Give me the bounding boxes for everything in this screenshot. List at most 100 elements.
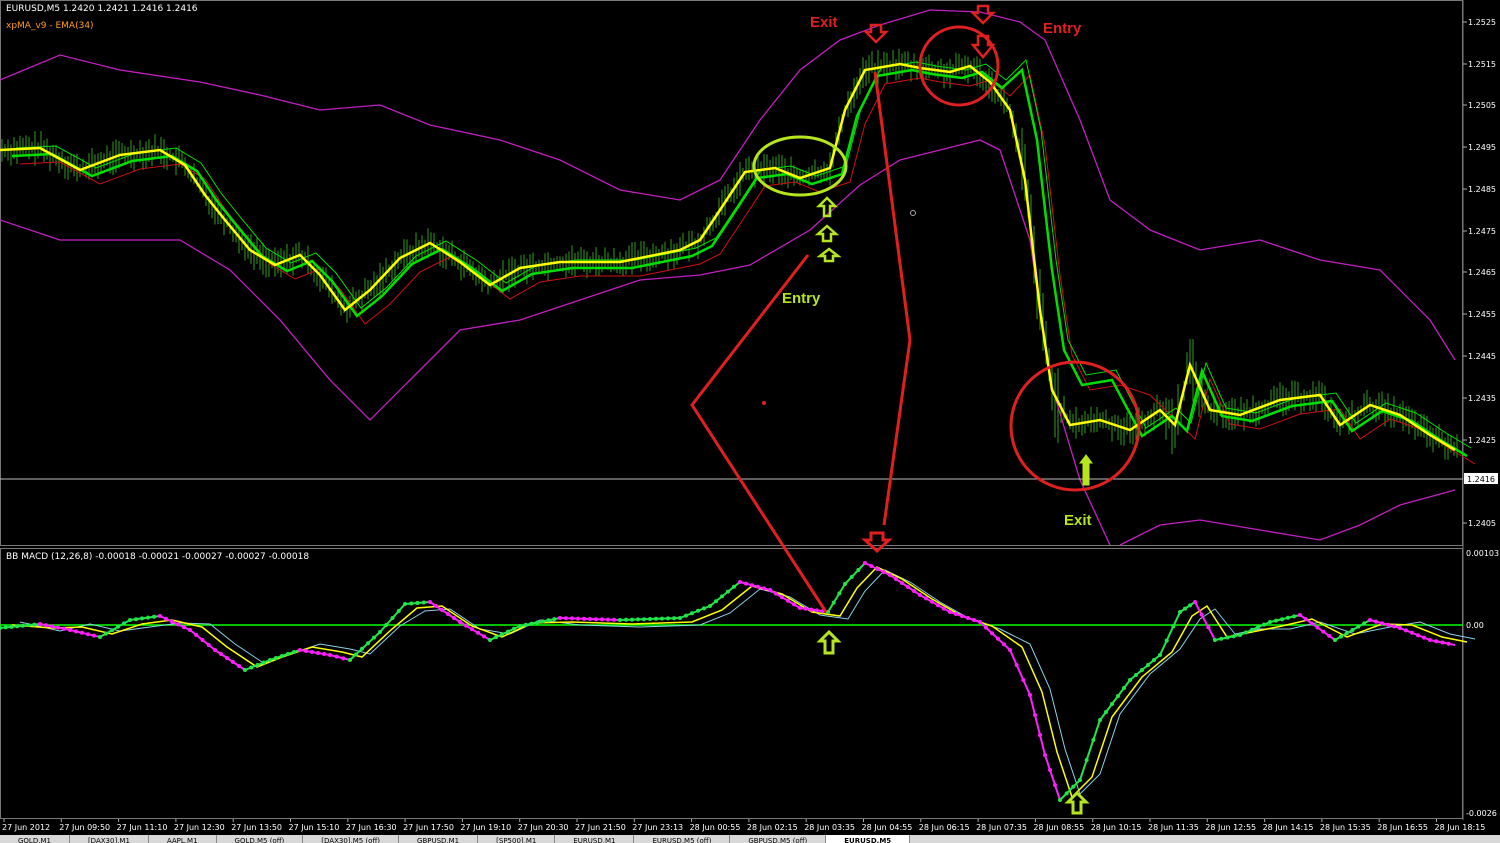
- macd-dot: [606, 617, 610, 622]
- macd-dot: [756, 584, 760, 589]
- chart-tab[interactable]: EURUSD,M5 (off): [634, 835, 731, 843]
- macd-dot: [1315, 625, 1320, 630]
- macd-dot: [529, 621, 534, 626]
- macd-dot: [80, 630, 84, 635]
- macd-dot: [415, 601, 420, 605]
- macd-title: BB MACD (12,26,8) -0.00018 -0.00021 -0.0…: [6, 552, 309, 562]
- macd-dot: [134, 617, 138, 622]
- macd-dot: [702, 606, 706, 611]
- macd-dot: [942, 606, 946, 611]
- macd-tick-label: 0.00: [1466, 621, 1484, 630]
- macd-dot: [188, 628, 192, 632]
- price-tick-label: 1.2485: [1468, 185, 1496, 194]
- macd-dot: [798, 606, 802, 610]
- macd-dot: [1033, 713, 1037, 717]
- macd-dot: [348, 658, 352, 662]
- chart-tab[interactable]: EURUSD,M5: [826, 835, 911, 843]
- macd-dot: [470, 627, 474, 632]
- macd-dot: [894, 577, 898, 581]
- macd-dot: [1298, 613, 1302, 617]
- macd-dot: [1043, 753, 1047, 757]
- macd-dot: [768, 588, 772, 592]
- macd-dot: [732, 584, 736, 589]
- macd-dot: [15, 624, 20, 629]
- macd-dot: [1362, 621, 1367, 626]
- macd-dot: [564, 616, 568, 621]
- macd-dot: [512, 626, 516, 631]
- macd-dot: [1098, 718, 1102, 722]
- macd-dot: [588, 617, 592, 621]
- macd-dot: [360, 646, 364, 651]
- chart-tab[interactable]: GOLD,M5 (off): [217, 835, 304, 843]
- chart-canvas[interactable]: EURUSD,M5 1.2420 1.2421 1.2416 1.2416 xp…: [0, 0, 1500, 843]
- macd-dot: [666, 616, 670, 621]
- macd-dot: [122, 621, 126, 626]
- macd-dot: [494, 635, 498, 640]
- macd-dot: [684, 613, 688, 618]
- chart-tab[interactable]: [DAX30],M1: [70, 835, 149, 843]
- macd-dot: [440, 608, 444, 612]
- macd-dot: [488, 638, 492, 642]
- macd-dot: [1350, 628, 1355, 632]
- macd-dot: [948, 610, 952, 614]
- macd-dot: [1071, 784, 1076, 789]
- time-tick-label: 27 Jun 19:10: [460, 823, 511, 832]
- chart-tab[interactable]: GBPUSD,M5 (off): [730, 835, 827, 843]
- macd-dot: [972, 618, 976, 622]
- macd-dot: [128, 618, 132, 622]
- current-price-label: 1.2416: [1467, 475, 1495, 484]
- macd-dot: [900, 581, 904, 585]
- macd-dot: [672, 616, 676, 621]
- chart-tab[interactable]: [DAX30],M5 (off): [303, 835, 400, 843]
- macd-dot: [1134, 673, 1138, 677]
- chart-tab[interactable]: EURUSD,M1: [555, 835, 635, 843]
- macd-dot: [1309, 621, 1314, 626]
- macd-dot: [849, 575, 854, 579]
- macd-dot: [660, 616, 664, 621]
- macd-dot: [225, 656, 229, 660]
- time-tick-label: 28 Jun 11:35: [1148, 823, 1199, 832]
- macd-dot: [1440, 640, 1445, 645]
- chart-tab[interactable]: [SP500],M1: [478, 835, 556, 843]
- chart-tab[interactable]: GOLD,M1: [0, 835, 70, 843]
- macd-dot: [738, 580, 742, 584]
- macd-dot: [255, 663, 260, 667]
- chart-tab[interactable]: GBPUSD,M1: [399, 835, 479, 843]
- macd-dot: [366, 641, 370, 646]
- macd-dot: [1116, 694, 1120, 698]
- macd-dot: [482, 634, 486, 639]
- macd-dot: [1206, 625, 1211, 630]
- macd-dot: [540, 619, 545, 624]
- macd-dot: [786, 598, 790, 603]
- macd-dot: [38, 622, 42, 626]
- macd-dot: [396, 609, 401, 613]
- macd-dot: [1048, 768, 1052, 772]
- macd-dot: [960, 614, 964, 618]
- macd-dot: [744, 581, 748, 586]
- chart-tab[interactable]: AAPL,M1: [149, 835, 217, 843]
- macd-dot: [863, 561, 867, 565]
- chart-tab-bar: GOLD,M1 [DAX30],M1 AAPL,M1 GOLD,M5 (off) [DA…: [0, 835, 1500, 843]
- red-dot: [762, 401, 766, 405]
- macd-dot: [523, 622, 528, 627]
- macd-dot: [831, 600, 836, 605]
- macd-dot: [409, 601, 414, 606]
- macd-dot: [310, 650, 314, 654]
- price-tick-label: 1.2455: [1468, 310, 1496, 319]
- macd-dot: [1398, 626, 1402, 630]
- macd-dot: [500, 632, 504, 637]
- indicator-title: xpMA_v9 - EMA(34): [6, 21, 94, 31]
- macd-dot: [268, 658, 272, 662]
- macd-dot: [1262, 622, 1266, 627]
- time-tick-label: 27 Jun 20:30: [518, 823, 569, 832]
- macd-dot: [1053, 783, 1057, 787]
- entry-label-top: Entry: [1043, 20, 1082, 37]
- macd-dot: [636, 617, 640, 622]
- macd-dot: [869, 564, 874, 568]
- price-tick-label: 1.2425: [1468, 436, 1496, 445]
- macd-dot: [213, 648, 217, 652]
- macd-dot: [341, 656, 346, 661]
- macd-dot: [594, 617, 598, 622]
- macd-tick-label: -0.0026: [1466, 809, 1497, 818]
- macd-tick-label: 0.00103: [1466, 549, 1499, 558]
